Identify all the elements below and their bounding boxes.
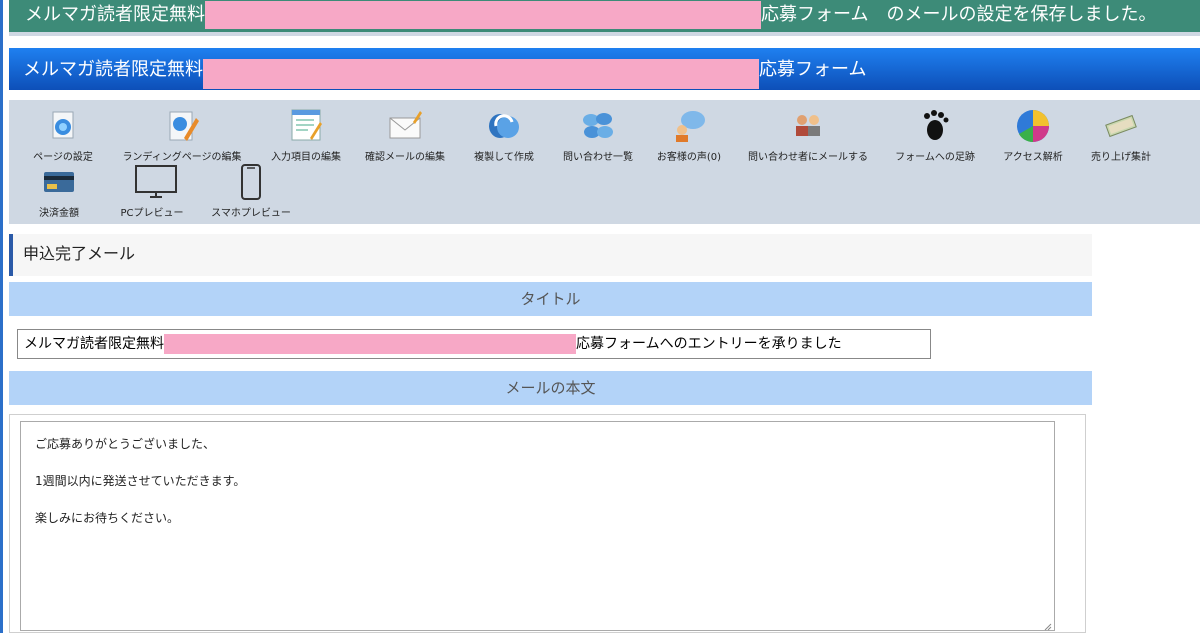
mail-edit-icon [387,108,423,144]
input-fields-edit-icon [288,108,324,144]
title-label: タイトル [9,282,1092,316]
toolbar-item-label: 問い合わせ一覧 [563,152,633,163]
title-value-prefix: メルマガ読者限定無料 [24,336,164,352]
toolbar-item-access-analysis[interactable]: アクセス解析 [993,108,1073,163]
toolbar-item-label: 売り上げ集計 [1091,152,1151,163]
toolbar-item-label: 複製して作成 [474,152,534,163]
toolbar-item-customer-voice[interactable]: お客様の声(0) [649,108,729,163]
form-title-prefix: メルマガ読者限定無料 [23,59,203,80]
toolbar-item-mail-inquirers[interactable]: 問い合わせ者にメールする [738,108,878,163]
toolbar: ページの設定 ランディングページの編集 入力項目の編集 確認メールの編集 複製し… [9,100,1200,224]
toolbar-item-pc-preview[interactable]: PCプレビュー [109,164,195,219]
inquiry-list-icon [580,108,616,144]
credit-card-icon [41,164,77,200]
form-title-suffix: 応募フォーム [759,59,867,80]
toolbar-item-label: アクセス解析 [1003,152,1063,163]
resize-grip-icon[interactable] [1044,620,1052,631]
duplicate-icon [486,108,522,144]
smartphone-icon [233,164,269,200]
divider [9,90,1200,94]
form-title-bar: メルマガ読者限定無料 応募フォーム [9,48,1200,90]
mail-inquirers-icon [790,108,826,144]
body-line: ご応募ありがとうございました、 [35,437,216,451]
mail-body-textarea[interactable]: ご応募ありがとうございました、 1週間以内に発送させていただきます。 楽しみにお… [20,421,1055,631]
toolbar-item-label: フォームへの足跡 [895,152,975,163]
toolbar-item-sales-summary[interactable]: 売り上げ集計 [1079,108,1163,163]
page-settings-icon [45,108,81,144]
page: メルマガ読者限定無料 応募フォーム のメールの設定を保存しました。 メルマガ読者限… [0,0,1200,633]
redacted-block [203,59,759,89]
redacted-block [205,1,761,29]
toolbar-item-landing-page-edit[interactable]: ランディングページの編集 [112,108,252,163]
footprint-icon [917,108,953,144]
monitor-icon [134,164,177,200]
toolbar-item-label: ページの設定 [33,152,93,163]
toolbar-item-smartphone-preview[interactable]: スマホプレビュー [203,164,299,219]
toolbar-item-label: 確認メールの編集 [365,152,445,163]
toolbar-item-inquiry-list[interactable]: 問い合わせ一覧 [553,108,643,163]
toolbar-item-page-settings[interactable]: ページの設定 [23,108,103,163]
toolbar-item-label: 問い合わせ者にメールする [748,152,868,163]
mail-body-container: ご応募ありがとうございました、 1週間以内に発送させていただきます。 楽しみにお… [9,414,1086,633]
money-icon [1103,108,1139,144]
toolbar-item-label: お客様の声(0) [656,152,722,163]
notice-prefix: メルマガ読者限定無料 [25,4,205,25]
toolbar-item-label: 決済金額 [39,208,79,219]
body-line: 1週間以内に発送させていただきます。 [35,474,246,488]
body-label: メールの本文 [9,371,1092,405]
toolbar-item-label: PCプレビュー [120,208,184,219]
toolbar-item-mail-edit[interactable]: 確認メールの編集 [357,108,453,163]
left-edge-bar [0,0,3,633]
redacted-block [164,334,576,354]
toolbar-item-payment-amount[interactable]: 決済金額 [29,164,89,219]
landing-page-edit-icon [164,108,200,144]
notice-suffix: 応募フォーム のメールの設定を保存しました。 [761,4,1157,25]
save-success-notice: メルマガ読者限定無料 応募フォーム のメールの設定を保存しました。 [9,0,1200,36]
title-value-suffix: 応募フォームへのエントリーを承りました [576,336,842,352]
toolbar-item-input-fields-edit[interactable]: 入力項目の編集 [261,108,351,163]
section-title: 申込完了メール [9,234,1092,276]
toolbar-item-label: 入力項目の編集 [271,152,341,163]
toolbar-item-label: スマホプレビュー [211,208,291,219]
pie-chart-icon [1015,108,1051,144]
customer-voice-icon [671,108,707,144]
mail-title-input[interactable]: メルマガ読者限定無料 応募フォームへのエントリーを承りました [17,329,931,359]
body-line: 楽しみにお待ちください。 [35,511,180,525]
toolbar-item-footprint[interactable]: フォームへの足跡 [885,108,985,163]
toolbar-item-duplicate[interactable]: 複製して作成 [461,108,547,163]
toolbar-item-label: ランディングページの編集 [122,152,242,163]
